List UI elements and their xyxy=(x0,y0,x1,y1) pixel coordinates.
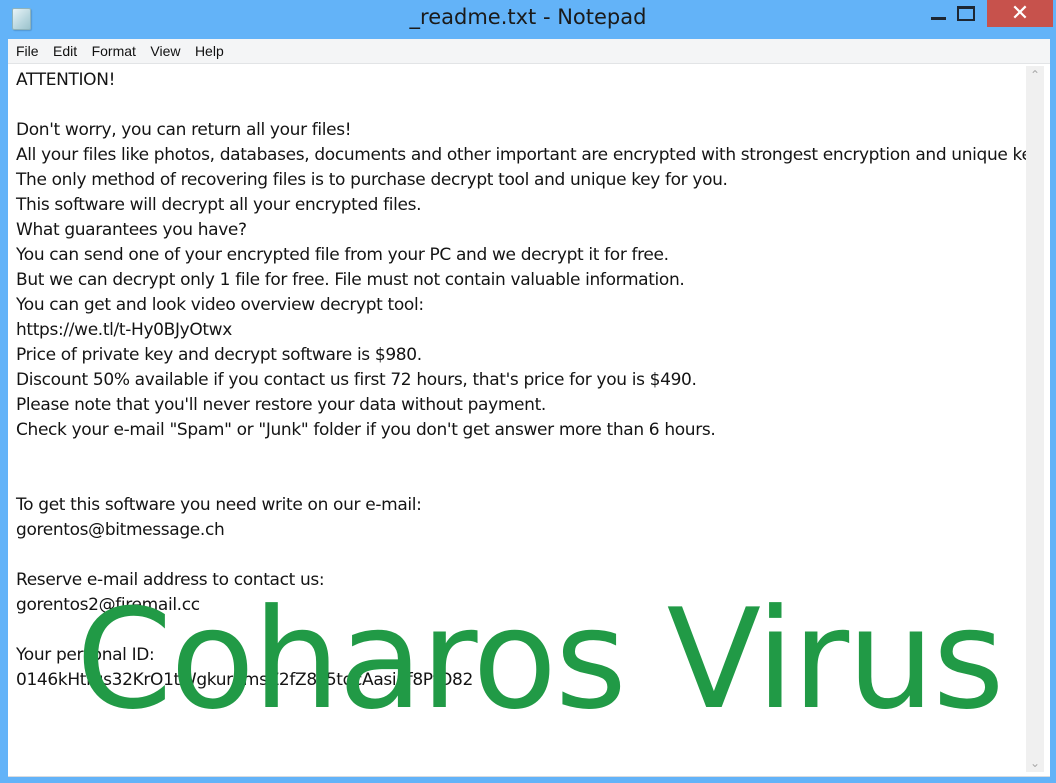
text-line: gorentos@bitmessage.ch xyxy=(16,520,225,540)
text-line: You can send one of your encrypted file … xyxy=(16,245,669,265)
title-bar[interactable]: _readme.txt - Notepad ✕ xyxy=(0,0,1056,38)
text-line: What guarantees you have? xyxy=(16,220,247,240)
text-line xyxy=(16,443,1020,468)
menu-help[interactable]: Help xyxy=(191,39,228,60)
scroll-up-icon[interactable]: ⌃ xyxy=(1026,66,1044,84)
text-line: Discount 50% available if you contact us… xyxy=(16,370,697,390)
text-line: Don't worry, you can return all your fil… xyxy=(16,120,352,140)
text-line: Check your e-mail "Spam" or "Junk" folde… xyxy=(16,420,716,440)
menu-view[interactable]: View xyxy=(146,39,184,60)
text-line: ATTENTION! xyxy=(16,70,116,90)
menu-file[interactable]: File xyxy=(12,39,43,60)
menu-edit[interactable]: Edit xyxy=(49,39,81,60)
text-line: You can get and look video overview decr… xyxy=(16,295,424,315)
text-line: https://we.tl/t-Hy0BJyOtwx xyxy=(16,320,232,340)
close-icon: ✕ xyxy=(1010,1,1030,26)
text-line: But we can decrypt only 1 file for free.… xyxy=(16,270,685,290)
close-button[interactable]: ✕ xyxy=(987,0,1053,27)
text-line: This software will decrypt all your encr… xyxy=(16,195,422,215)
text-line: Price of private key and decrypt softwar… xyxy=(16,345,422,365)
text-line: Please note that you'll never restore yo… xyxy=(16,395,546,415)
text-line xyxy=(16,468,1020,493)
text-line: All your files like photos, databases, d… xyxy=(16,145,1044,165)
scroll-down-icon[interactable]: ⌄ xyxy=(1026,754,1044,772)
menu-bar: File Edit Format View Help xyxy=(8,39,1050,64)
menu-format[interactable]: Format xyxy=(88,39,140,60)
text-line xyxy=(16,93,1020,118)
window-title: _readme.txt - Notepad xyxy=(409,5,647,29)
text-line: The only method of recovering files is t… xyxy=(16,170,728,190)
vertical-scrollbar[interactable]: ⌃ ⌄ xyxy=(1026,66,1044,772)
text-line: To get this software you need write on o… xyxy=(16,495,422,515)
watermark-title: Coharos Virus xyxy=(76,579,1005,740)
text-line xyxy=(16,543,1020,568)
maximize-button[interactable] xyxy=(952,0,986,28)
